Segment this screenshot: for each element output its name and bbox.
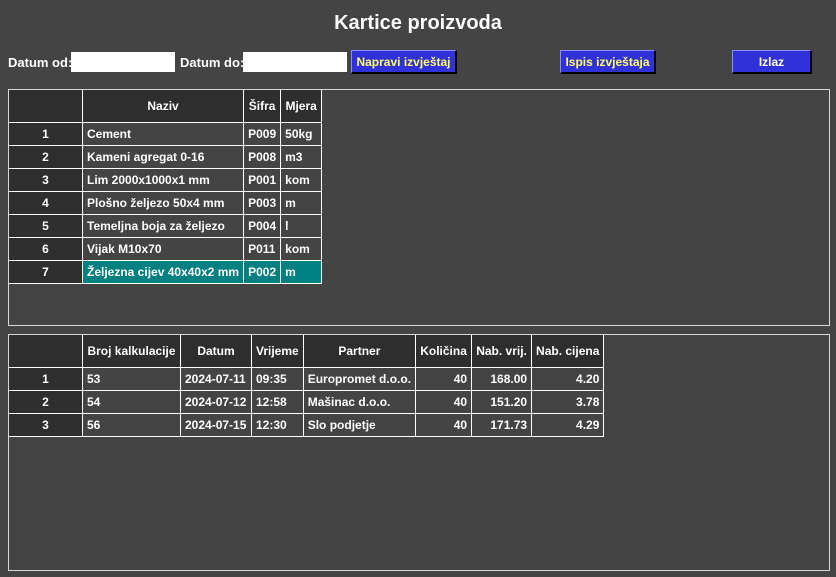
- calc-col-nab-cijena[interactable]: Nab. cijena: [531, 335, 605, 368]
- product-row-number[interactable]: 3: [9, 168, 83, 192]
- calc-partner-cell[interactable]: Mašinac d.o.o.: [303, 390, 417, 414]
- product-code-cell[interactable]: P001: [243, 168, 282, 192]
- calc-col-rownum: [9, 335, 83, 368]
- product-code-cell[interactable]: P011: [243, 237, 282, 261]
- calc-purchase-value-cell[interactable]: 168.00: [471, 367, 533, 391]
- calc-row[interactable]: 3 56 2024-07-15 12:30 Slo podjetje 40 171.73 4.…: [9, 413, 605, 437]
- product-row[interactable]: 5 Temeljna boja za željezo P004 l: [9, 214, 323, 238]
- calculations-table: Broj kalkulacije Datum Vrijeme Partner K…: [9, 335, 605, 437]
- calc-purchase-price-cell[interactable]: 4.29: [531, 413, 605, 437]
- product-name-cell[interactable]: Vijak M10x70: [82, 237, 245, 261]
- calc-number-cell[interactable]: 54: [82, 390, 181, 414]
- calc-row[interactable]: 2 54 2024-07-12 12:58 Mašinac d.o.o. 40 151.20…: [9, 390, 605, 414]
- calc-time-cell[interactable]: 12:30: [251, 413, 304, 437]
- product-row-number[interactable]: 2: [9, 145, 83, 169]
- calc-date-cell[interactable]: 2024-07-15: [180, 413, 252, 437]
- calc-purchase-value-cell[interactable]: 151.20: [471, 390, 533, 414]
- calc-col-kolicina[interactable]: Količina: [415, 335, 473, 368]
- product-name-cell[interactable]: Kameni agregat 0-16: [82, 145, 245, 169]
- calc-number-cell[interactable]: 53: [82, 367, 181, 391]
- product-unit-cell[interactable]: m: [280, 191, 323, 215]
- calc-col-broj[interactable]: Broj kalkulacije: [82, 335, 181, 368]
- calc-purchase-price-cell[interactable]: 4.20: [531, 367, 605, 391]
- exit-button[interactable]: Izlaz: [732, 50, 812, 74]
- date-to-input[interactable]: [243, 52, 347, 72]
- calc-quantity-cell[interactable]: 40: [415, 390, 473, 414]
- calc-col-partner[interactable]: Partner: [303, 335, 417, 368]
- calculations-panel: Broj kalkulacije Datum Vrijeme Partner K…: [8, 334, 830, 571]
- product-unit-cell[interactable]: kom: [280, 237, 323, 261]
- page-title: Kartice proizvoda: [334, 12, 502, 34]
- calc-row-number[interactable]: 3: [9, 413, 83, 437]
- date-from-input[interactable]: [71, 52, 175, 72]
- calc-quantity-cell[interactable]: 40: [415, 413, 473, 437]
- product-row[interactable]: 6 Vijak M10x70 P011 kom: [9, 237, 323, 261]
- product-name-cell[interactable]: Plošno željezo 50x4 mm: [82, 191, 245, 215]
- calc-row-number[interactable]: 1: [9, 367, 83, 391]
- calc-number-cell[interactable]: 56: [82, 413, 181, 437]
- calc-partner-cell[interactable]: Slo podjetje: [303, 413, 417, 437]
- products-panel: Naziv Šifra Mjera 1 Cement P009 50kg 2 Kameni…: [8, 89, 830, 326]
- date-from-label: Datum od:: [8, 55, 73, 70]
- calc-col-nab-vrij[interactable]: Nab. vrij.: [471, 335, 533, 368]
- product-code-cell[interactable]: P003: [243, 191, 282, 215]
- product-name-cell[interactable]: Lim 2000x1000x1 mm: [82, 168, 245, 192]
- product-row-number[interactable]: 6: [9, 237, 83, 261]
- calc-time-cell[interactable]: 12:58: [251, 390, 304, 414]
- calc-col-datum[interactable]: Datum: [180, 335, 252, 368]
- calc-purchase-price-cell[interactable]: 3.78: [531, 390, 605, 414]
- product-code-cell[interactable]: P002: [243, 260, 282, 284]
- calc-date-cell[interactable]: 2024-07-11: [180, 367, 252, 391]
- products-col-rownum: [9, 90, 83, 123]
- product-unit-cell[interactable]: 50kg: [280, 122, 323, 146]
- product-unit-cell[interactable]: l: [280, 214, 323, 238]
- product-row-number[interactable]: 4: [9, 191, 83, 215]
- product-row[interactable]: 4 Plošno željezo 50x4 mm P003 m: [9, 191, 323, 215]
- make-report-button[interactable]: Napravi izvještaj: [351, 50, 457, 74]
- product-row-number[interactable]: 7: [9, 260, 83, 284]
- calc-col-vrijeme[interactable]: Vrijeme: [251, 335, 304, 368]
- calc-quantity-cell[interactable]: 40: [415, 367, 473, 391]
- product-unit-cell[interactable]: m: [280, 260, 323, 284]
- products-col-sifra[interactable]: Šifra: [243, 90, 282, 123]
- calc-row[interactable]: 1 53 2024-07-11 09:35 Europromet d.o.o. 40 168…: [9, 367, 605, 391]
- date-to-label: Datum do:: [180, 55, 245, 70]
- product-row[interactable]: 7 Željezna cijev 40x40x2 mm P002 m: [9, 260, 323, 284]
- product-code-cell[interactable]: P009: [243, 122, 282, 146]
- product-row[interactable]: 3 Lim 2000x1000x1 mm P001 kom: [9, 168, 323, 192]
- calc-time-cell[interactable]: 09:35: [251, 367, 304, 391]
- product-name-cell[interactable]: Željezna cijev 40x40x2 mm: [82, 260, 245, 284]
- product-row[interactable]: 2 Kameni agregat 0-16 P008 m3: [9, 145, 323, 169]
- product-unit-cell[interactable]: kom: [280, 168, 323, 192]
- product-unit-cell[interactable]: m3: [280, 145, 323, 169]
- calc-purchase-value-cell[interactable]: 171.73: [471, 413, 533, 437]
- calc-partner-cell[interactable]: Europromet d.o.o.: [303, 367, 417, 391]
- calc-row-number[interactable]: 2: [9, 390, 83, 414]
- products-table: Naziv Šifra Mjera 1 Cement P009 50kg 2 Kameni…: [9, 90, 323, 284]
- products-header-row: Naziv Šifra Mjera: [9, 90, 323, 123]
- product-name-cell[interactable]: Cement: [82, 122, 245, 146]
- product-name-cell[interactable]: Temeljna boja za željezo: [82, 214, 245, 238]
- products-col-naziv[interactable]: Naziv: [82, 90, 245, 123]
- product-row[interactable]: 1 Cement P009 50kg: [9, 122, 323, 146]
- product-code-cell[interactable]: P008: [243, 145, 282, 169]
- products-col-mjera[interactable]: Mjera: [280, 90, 323, 123]
- product-row-number[interactable]: 1: [9, 122, 83, 146]
- calculations-header-row: Broj kalkulacije Datum Vrijeme Partner K…: [9, 335, 605, 368]
- product-code-cell[interactable]: P004: [243, 214, 282, 238]
- product-row-number[interactable]: 5: [9, 214, 83, 238]
- print-report-button[interactable]: Ispis izvještaja: [560, 50, 656, 74]
- calc-date-cell[interactable]: 2024-07-12: [180, 390, 252, 414]
